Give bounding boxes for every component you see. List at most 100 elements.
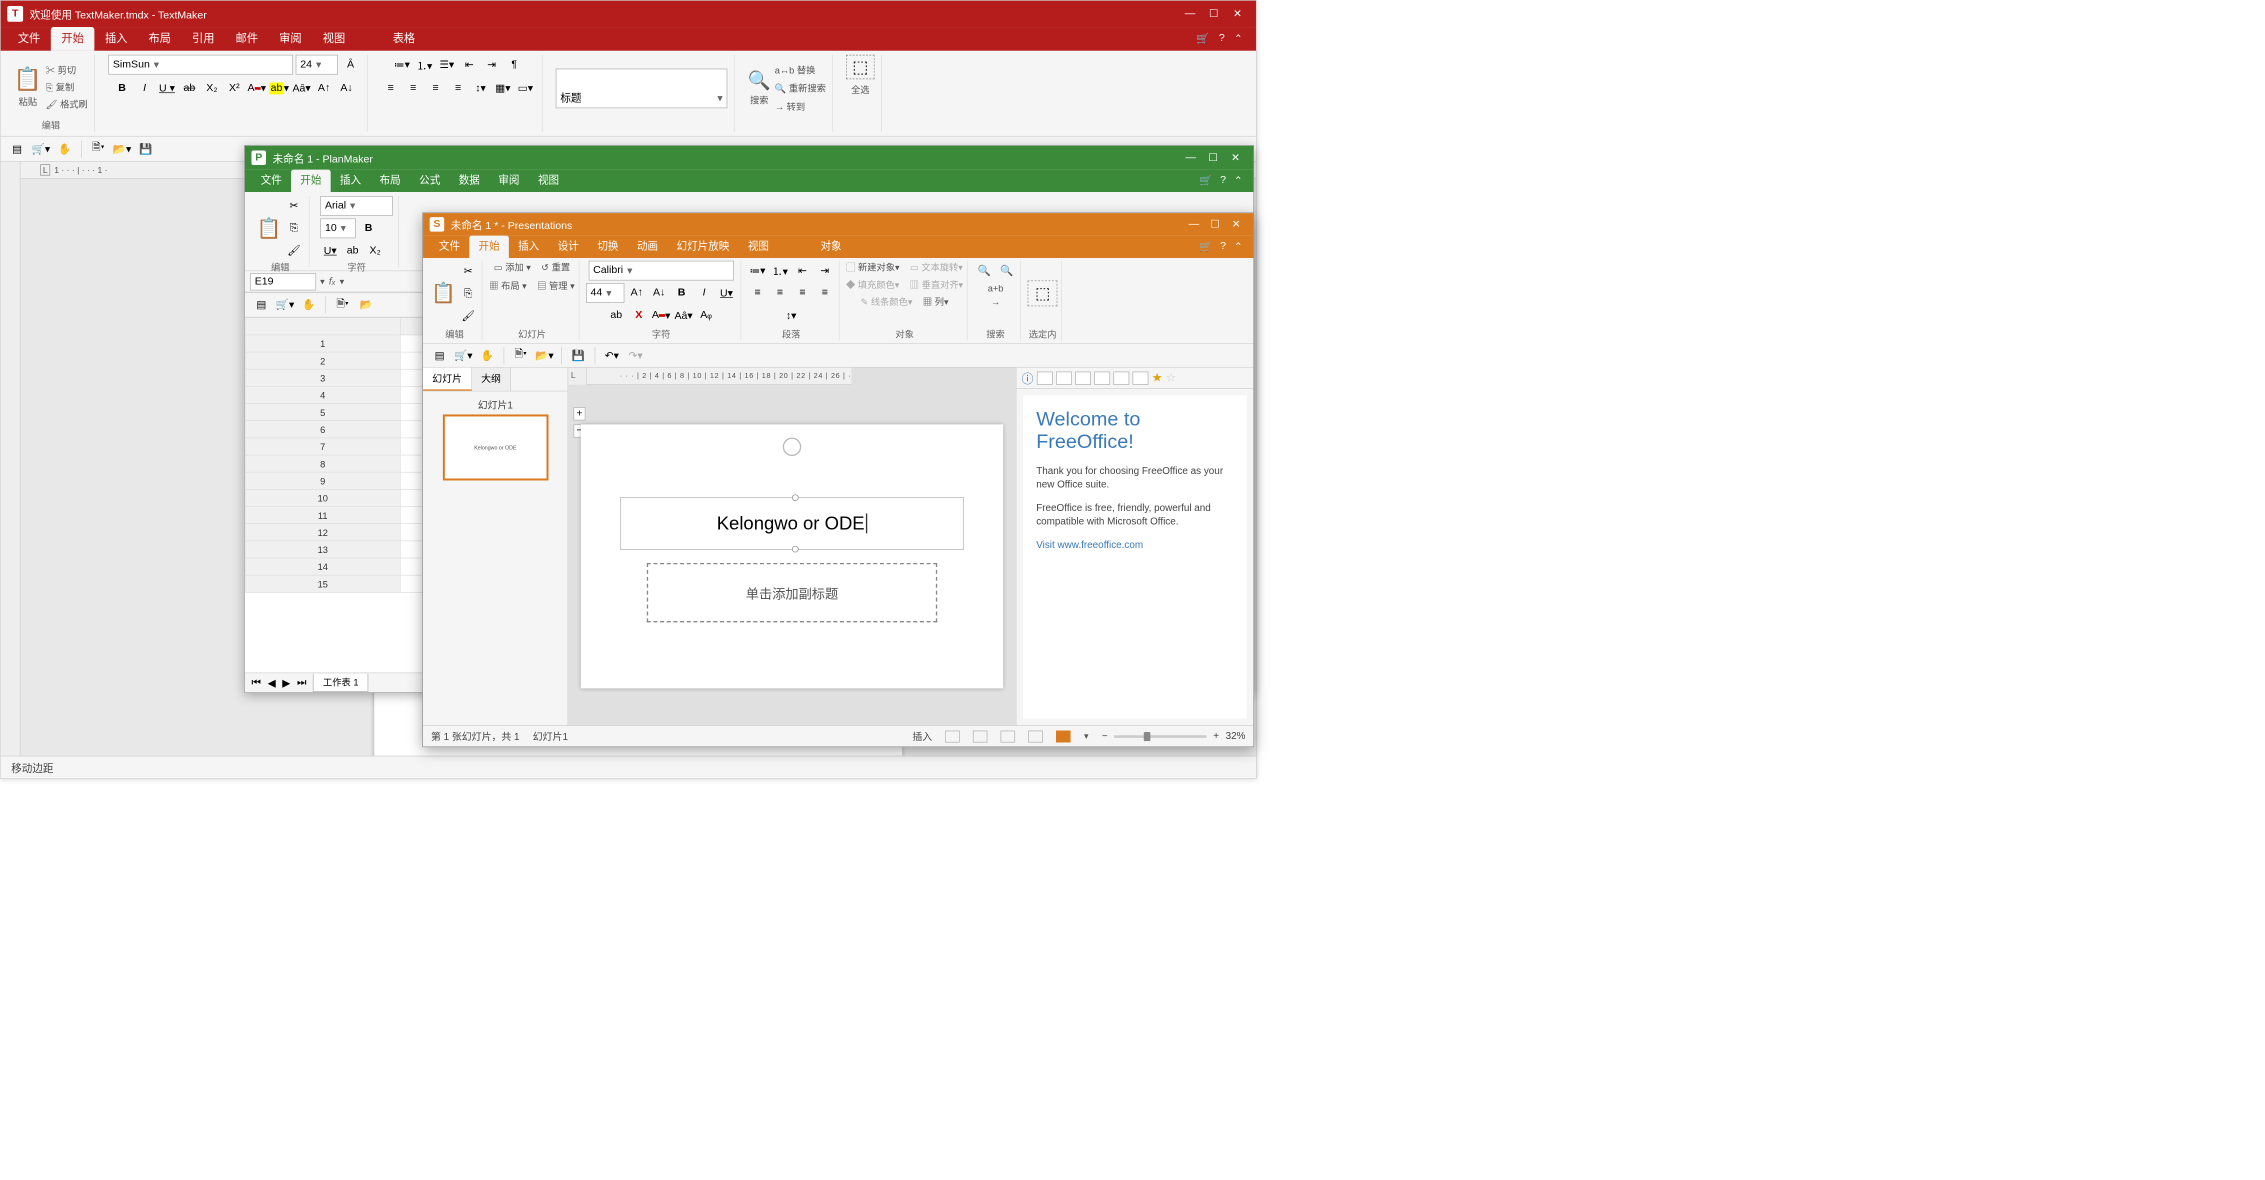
textmaker-titlebar[interactable]: T 欢迎使用 TextMaker.tmdx - TextMaker — ☐ ✕	[1, 1, 1256, 27]
numbering-button[interactable]: ⒈▾	[414, 55, 434, 75]
panel-icon[interactable]	[1113, 371, 1129, 384]
text-rotate-button[interactable]: ▭ 文本旋转▾	[910, 261, 963, 274]
panel-icon[interactable]	[1075, 371, 1091, 384]
pr-tab-object[interactable]: 对象	[811, 236, 851, 258]
tab-home[interactable]: 开始	[51, 27, 95, 51]
increase-indent-button[interactable]: ⇥	[482, 55, 502, 75]
pr-tab-home[interactable]: 开始	[469, 236, 509, 258]
title-textbox[interactable]: Kelongwo or ODE	[620, 497, 963, 550]
zoom-slider[interactable]	[1114, 735, 1206, 738]
pr-tab-slideshow[interactable]: 幻灯片放映	[667, 236, 738, 258]
pm-cut-icon[interactable]: ✂	[284, 196, 304, 216]
pr-help-icon[interactable]: ?	[1220, 240, 1226, 253]
sheet-tab[interactable]: 工作表 1	[313, 674, 368, 692]
panel-icon[interactable]	[1037, 371, 1053, 384]
row-header[interactable]: 1	[245, 335, 400, 352]
slides-tab[interactable]: 幻灯片	[423, 368, 472, 391]
new-object-button[interactable]: ⬚ 新建对象▾	[846, 261, 899, 274]
multilevel-button[interactable]: ☰▾	[437, 55, 457, 75]
planmaker-minimize-button[interactable]: —	[1179, 152, 1201, 164]
qat-new-icon[interactable]: 🗎▾	[88, 139, 108, 159]
row-header[interactable]: 11	[245, 507, 400, 524]
zoom-in-icon[interactable]: +	[1213, 731, 1219, 742]
pr-qat-save-icon[interactable]: 💾	[568, 346, 588, 366]
panel-icon[interactable]	[1133, 371, 1149, 384]
pm-qat-doc-icon[interactable]: ▤	[251, 295, 271, 315]
tab-file[interactable]: 文件	[7, 27, 51, 51]
row-header[interactable]: 10	[245, 489, 400, 506]
pr-decrease-font-button[interactable]: A↓	[649, 283, 669, 303]
align-left-button[interactable]: ≡	[381, 79, 401, 99]
qat-cart-icon[interactable]: 🛒▾	[31, 139, 51, 159]
pr-cart-icon[interactable]: 🛒	[1199, 240, 1212, 253]
italic-button[interactable]: I	[135, 79, 155, 99]
pr-tab-file[interactable]: 文件	[430, 236, 470, 258]
pr-clear-format-button[interactable]: Aᵩ	[696, 306, 716, 326]
slide-thumbnail[interactable]: Kelongwo or ODE	[443, 414, 549, 480]
tab-reference[interactable]: 引用	[182, 27, 226, 51]
row-header[interactable]: 9	[245, 472, 400, 489]
align-right-button[interactable]: ≡	[426, 79, 446, 99]
pm-qat-hand-icon[interactable]: ✋	[299, 295, 319, 315]
add-slide-button[interactable]: ▭ 添加 ▾	[494, 261, 531, 274]
tab-review[interactable]: 审阅	[269, 27, 313, 51]
textmaker-maximize-button[interactable]: ☐	[1202, 7, 1226, 20]
pr-font-size-select[interactable]: 44▾	[586, 283, 624, 303]
presentations-close-button[interactable]: ✕	[1226, 218, 1247, 231]
panel-icon[interactable]	[1094, 371, 1110, 384]
pm-cart-icon[interactable]: 🛒	[1199, 174, 1212, 187]
qat-doc-icon[interactable]: ▤	[7, 139, 27, 159]
layout-button[interactable]: ▦ 布局 ▾	[489, 279, 526, 292]
highlight-button[interactable]: ab▾	[269, 79, 289, 99]
tab-insert[interactable]: 插入	[94, 27, 138, 51]
font-size-select[interactable]: 24▾	[296, 55, 338, 75]
valign-button[interactable]: ▥ 垂直对齐▾	[910, 278, 963, 291]
pr-paste-icon[interactable]: 📋	[431, 282, 456, 305]
slide-editor[interactable]: L · · · | 2 | 4 | 6 | 8 | 10 | 12 | 14 |…	[568, 368, 1015, 726]
pm-tab-view[interactable]: 视图	[529, 170, 569, 192]
pm-bold-button[interactable]: B	[359, 218, 379, 238]
view-normal-button[interactable]	[945, 730, 960, 742]
pr-align-right-button[interactable]: ≡	[793, 283, 813, 303]
pm-tab-home[interactable]: 开始	[291, 170, 331, 192]
pr-increase-font-button[interactable]: A↑	[627, 283, 647, 303]
row-header[interactable]: 3	[245, 369, 400, 386]
sheet-nav-last[interactable]: ⏭	[297, 677, 307, 689]
pr-align-left-button[interactable]: ≡	[748, 283, 768, 303]
pr-zoom-out-icon[interactable]: 🔍	[997, 261, 1017, 281]
pr-qat-doc-icon[interactable]: ▤	[430, 346, 450, 366]
font-color-button[interactable]: A▾	[247, 79, 267, 99]
shading-button[interactable]: ▦▾	[493, 79, 513, 99]
textmaker-minimize-button[interactable]: —	[1178, 8, 1202, 20]
row-header[interactable]: 7	[245, 438, 400, 455]
search-icon[interactable]: 🔍	[748, 69, 771, 91]
pm-font-family-select[interactable]: Arial▾	[320, 196, 393, 216]
pr-qat-redo-icon[interactable]: ↷▾	[626, 346, 646, 366]
tab-table[interactable]: 表格	[382, 27, 426, 51]
bold-button[interactable]: B	[112, 79, 132, 99]
pm-font-size-select[interactable]: 10▾	[320, 218, 356, 238]
pr-font-color-button[interactable]: A▾	[651, 306, 671, 326]
pm-copy-icon[interactable]: ⎘	[284, 218, 304, 238]
pr-tab-insert[interactable]: 插入	[509, 236, 549, 258]
align-center-button[interactable]: ≡	[403, 79, 423, 99]
welcome-link[interactable]: Visit www.freeoffice.com	[1036, 539, 1143, 550]
textmaker-close-button[interactable]: ✕	[1226, 7, 1250, 20]
pr-align-center-button[interactable]: ≡	[770, 283, 790, 303]
fx-icon[interactable]: fₓ	[329, 276, 336, 288]
row-header[interactable]: 15	[245, 575, 400, 592]
pr-bold-button[interactable]: B	[672, 283, 692, 303]
info-icon[interactable]: ⓘ	[1022, 369, 1034, 386]
pm-underline-button[interactable]: U▾	[320, 241, 340, 261]
pr-x-button[interactable]: X	[629, 306, 649, 326]
qat-open-icon[interactable]: 📂▾	[112, 139, 132, 159]
replace-button[interactable]: a↔b 替换	[775, 63, 826, 76]
zoom-in-button[interactable]: +	[574, 407, 586, 420]
pr-linespace-button[interactable]: ↕▾	[781, 306, 801, 326]
pr-font-family-select[interactable]: Calibri▾	[589, 261, 734, 281]
pr-qat-hand-icon[interactable]: ✋	[477, 346, 497, 366]
pr-indent-button[interactable]: ⇥	[815, 261, 835, 281]
pr-ab-label[interactable]: a+b	[988, 283, 1004, 294]
pm-sup-button[interactable]: X₂	[365, 241, 385, 261]
style-select[interactable]: 标题▾	[556, 68, 728, 108]
